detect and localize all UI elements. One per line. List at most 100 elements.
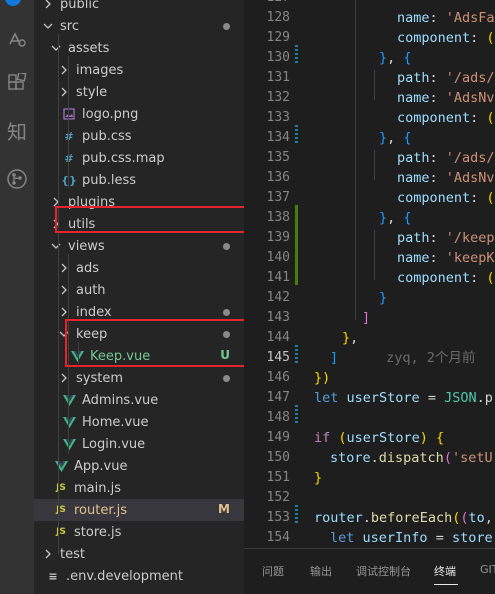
tree-item-label: system (76, 370, 123, 386)
code-token: ) (419, 430, 428, 446)
folder-row-assets[interactable]: assets (34, 37, 244, 59)
indent-guide (374, 150, 375, 180)
file-row-login-vue[interactable]: Login.vue (34, 433, 244, 455)
js-file-icon: JS (56, 527, 66, 537)
js-file-icon: JS (56, 505, 66, 515)
chevron-down-icon[interactable] (42, 20, 54, 32)
folder-row-public[interactable]: public (34, 0, 244, 15)
folder-row-auth[interactable]: auth (34, 279, 244, 301)
git-graph-icon[interactable] (0, 162, 34, 196)
folder-row-ads[interactable]: ads (34, 257, 244, 279)
tree-item-label: views (68, 238, 105, 254)
activity-bar: 知 (0, 0, 34, 594)
tree-item-label: Admins.vue (82, 392, 159, 408)
panel-tab[interactable]: 输出 (310, 563, 332, 579)
file-row-env-development[interactable]: ≡ .env.development (34, 565, 244, 587)
code-line: component: ( (397, 188, 495, 208)
line-number: 141 (266, 270, 290, 285)
folder-row-views[interactable]: views (34, 235, 244, 257)
indent-guide (58, 34, 59, 554)
code-line: component: ( (397, 268, 495, 288)
panel-tab[interactable]: 终端 (434, 563, 456, 579)
code-token: name (397, 170, 430, 186)
code-token: } (379, 210, 388, 226)
git-added-gutter[interactable] (295, 205, 298, 285)
file-row-home-vue[interactable]: Home.vue (34, 411, 244, 433)
code-token: JSON (444, 390, 477, 406)
code-token: store (451, 530, 493, 546)
code-token: { (435, 430, 445, 446)
file-row-pub-less[interactable]: {} pub.less (34, 169, 244, 191)
folder-row-src[interactable]: src (34, 15, 244, 37)
indent-guide (355, 0, 356, 320)
code-token: component (397, 30, 471, 46)
chevron-down-icon[interactable] (50, 42, 62, 54)
active-tab-indicator (434, 584, 458, 585)
file-row-router-js[interactable]: JS router.js M (34, 499, 244, 521)
zhi-icon[interactable]: 知 (0, 113, 34, 147)
tree-item-label: ads (76, 260, 99, 276)
tree-item-label: style (76, 84, 108, 100)
file-row-pub-css-map[interactable]: # pub.css.map (34, 147, 244, 169)
chevron-right-icon[interactable] (42, 548, 54, 560)
tree-item-label: assets (68, 40, 110, 56)
code-token: dispatch (378, 450, 444, 466)
git-modified-gutter[interactable] (295, 505, 298, 525)
git-modified-gutter[interactable] (295, 45, 298, 65)
code-token: , (484, 510, 493, 526)
extensions-icon[interactable] (0, 66, 34, 100)
line-number: 134 (266, 130, 290, 145)
code-token: . (362, 510, 371, 526)
file-row-pub-css[interactable]: # pub.css (34, 125, 244, 147)
code-line: }, { (379, 208, 412, 228)
code-token: , (387, 130, 404, 146)
indent-guide (374, 70, 375, 100)
tree-item-label: src (60, 18, 79, 34)
run-debug-icon[interactable] (0, 22, 34, 56)
panel-tab[interactable]: GIT (480, 563, 495, 576)
code-token: component (397, 270, 471, 286)
file-row-logo-png[interactable]: logo.png (34, 103, 244, 125)
code-editor[interactable]: 127128name: 'AdsFa129component: (130}, {… (244, 0, 495, 548)
code-token: 'keepK (445, 250, 495, 266)
folder-row-style[interactable]: style (34, 81, 244, 103)
chevron-down-icon[interactable] (50, 240, 62, 252)
vue-file-icon (62, 394, 76, 406)
panel-tab[interactable]: 调试控制台 (356, 563, 411, 579)
file-row-main-js[interactable]: JS main.js (34, 477, 244, 499)
folder-row-images[interactable]: images (34, 59, 244, 81)
code-token: : (429, 170, 446, 186)
indent-guide (374, 230, 375, 280)
git-modified-gutter[interactable] (295, 405, 298, 425)
code-line: if (userStore) { (314, 428, 444, 448)
code-token: } (342, 330, 351, 346)
code-token: router (314, 510, 363, 526)
line-number: 133 (266, 110, 290, 125)
indent-guide (68, 56, 69, 188)
code-token: { (403, 130, 412, 146)
tree-item-label: router.js (74, 502, 128, 518)
folder-row-system[interactable]: system (34, 367, 244, 389)
git-blame-annotation: zyq, 2个月前 (386, 350, 476, 366)
git-modified-gutter[interactable] (295, 125, 298, 145)
code-token: '/keep (445, 230, 495, 246)
panel-tab[interactable]: 问题 (262, 563, 284, 579)
notification-badge (5, 0, 21, 6)
chevron-right-icon[interactable] (42, 0, 54, 10)
code-token: : (470, 110, 487, 126)
code-token: beforeEach (370, 510, 453, 526)
line-number: 136 (266, 170, 290, 185)
code-token: = (427, 530, 452, 546)
tree-item-label: public (60, 0, 100, 12)
file-row-store-js[interactable]: JS store.js (34, 521, 244, 543)
file-row-admins-vue[interactable]: Admins.vue (34, 389, 244, 411)
git-modified-gutter[interactable] (295, 345, 298, 365)
code-line: } (379, 288, 387, 308)
tree-item-label: .env.development (66, 568, 183, 584)
file-row-app-vue[interactable]: App.vue (34, 455, 244, 477)
code-line: }, (342, 328, 358, 348)
folder-row-test[interactable]: test (34, 543, 244, 565)
line-number: 140 (266, 250, 290, 265)
